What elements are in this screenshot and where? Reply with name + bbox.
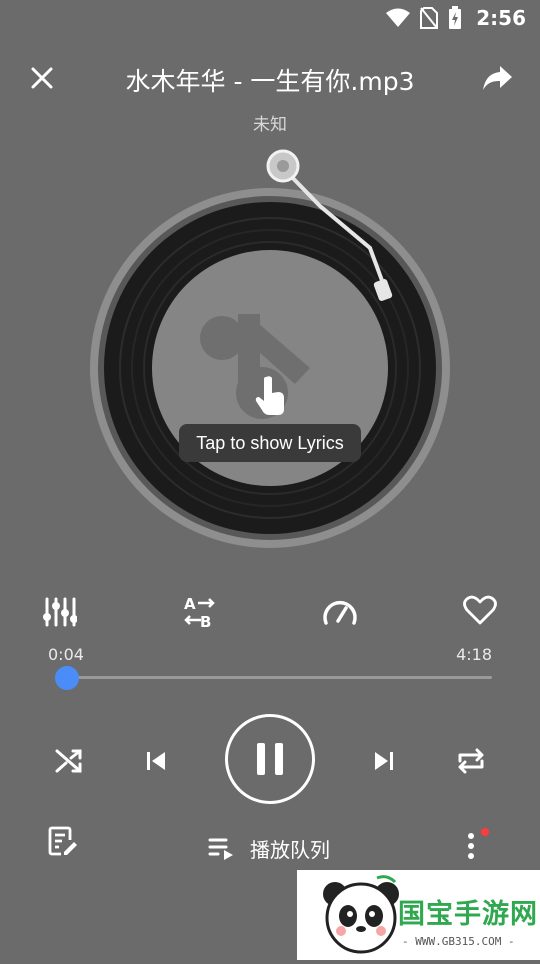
lyrics-tooltip[interactable]: Tap to show Lyrics xyxy=(179,424,361,462)
shuffle-icon xyxy=(55,749,82,773)
status-icons: 2:56 xyxy=(386,6,526,30)
queue-label: 播放队列 xyxy=(250,837,330,862)
battery-charging-icon xyxy=(449,6,462,29)
favorite-button[interactable] xyxy=(458,588,502,632)
previous-icon xyxy=(147,752,165,770)
next-button[interactable] xyxy=(366,740,402,782)
queue-button[interactable]: 播放队列 xyxy=(208,828,330,868)
next-icon xyxy=(375,752,393,770)
song-title: 水木年华 - 一生有你.mp3 xyxy=(125,67,415,96)
tap-hand-icon xyxy=(240,365,300,425)
panda-logo-icon xyxy=(323,875,399,954)
shuffle-button[interactable] xyxy=(48,740,90,782)
speed-icon xyxy=(323,600,357,625)
status-bar: 2:56 xyxy=(0,0,540,36)
close-icon xyxy=(31,67,53,89)
lyrics-button[interactable] xyxy=(48,826,90,868)
share-icon xyxy=(483,66,512,90)
queue-icon xyxy=(208,838,233,860)
notification-dot xyxy=(481,828,489,836)
current-time: 0:04 xyxy=(48,645,84,664)
svg-text:A: A xyxy=(184,595,196,613)
lyrics-icon xyxy=(48,826,77,856)
play-pause-button[interactable] xyxy=(225,714,315,804)
ab-repeat-button[interactable]: A B xyxy=(178,590,222,634)
total-time: 4:18 xyxy=(456,645,492,664)
progress-bar[interactable] xyxy=(60,676,492,679)
share-button[interactable] xyxy=(480,60,518,96)
repeat-button[interactable] xyxy=(450,740,492,782)
no-sim-icon xyxy=(420,7,439,29)
watermark-title: 国宝手游网 xyxy=(398,899,538,930)
watermark-url: - WWW.GB315.COM - xyxy=(402,935,515,948)
repeat-icon xyxy=(458,748,484,774)
svg-text:B: B xyxy=(200,613,211,629)
status-time: 2:56 xyxy=(476,6,526,30)
wifi-icon xyxy=(386,8,411,27)
close-button[interactable] xyxy=(24,60,60,96)
equalizer-button[interactable] xyxy=(38,590,82,634)
ab-repeat-icon: A B xyxy=(184,595,215,629)
progress-thumb[interactable] xyxy=(55,666,79,690)
artist-name: 未知 xyxy=(253,115,287,135)
previous-button[interactable] xyxy=(138,740,174,782)
speed-button[interactable] xyxy=(318,590,362,634)
pause-icon xyxy=(257,743,283,775)
heart-icon xyxy=(463,595,497,625)
tonearm xyxy=(260,148,410,308)
equalizer-icon xyxy=(43,597,77,627)
